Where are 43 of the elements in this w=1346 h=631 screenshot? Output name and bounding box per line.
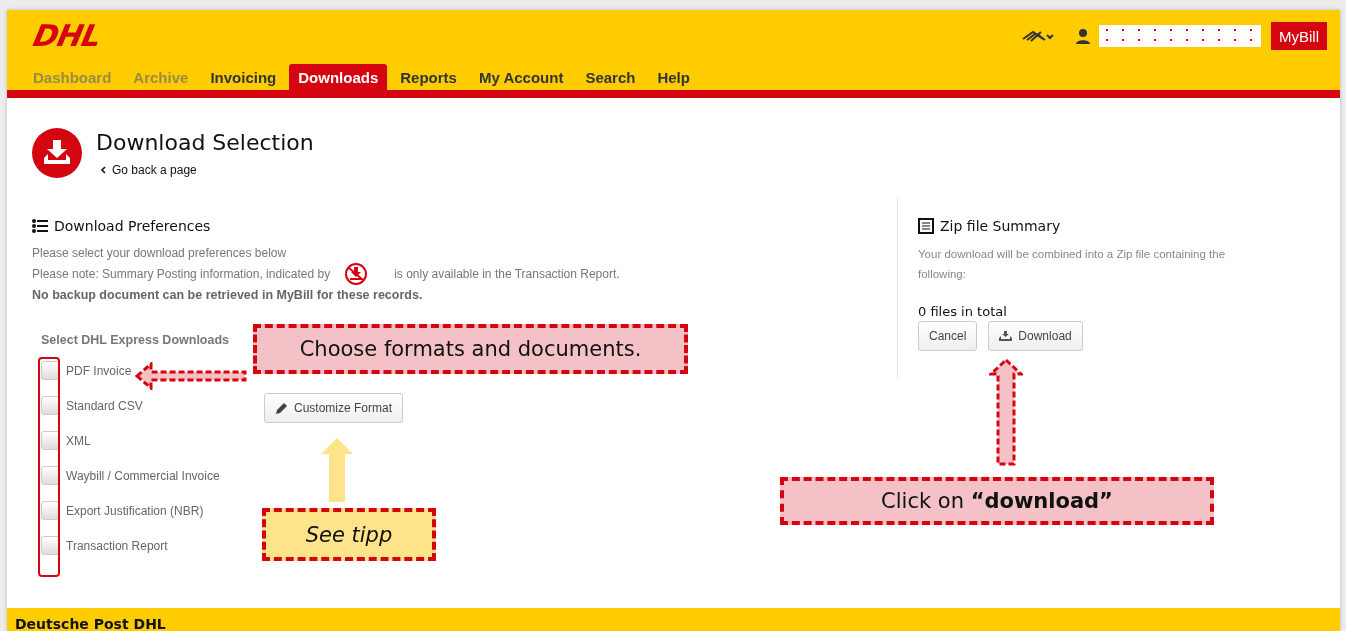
option-label: Export Justification (NBR) <box>66 503 204 518</box>
pencil-icon <box>275 401 288 415</box>
callout: Click on “download” <box>780 477 1214 525</box>
callout: See tipp <box>262 508 436 561</box>
up-arrow <box>321 438 353 502</box>
customize-format-button[interactable]: Customize Format <box>264 393 404 423</box>
section-heading: Download Preferences <box>54 218 211 234</box>
intro-text: Please select your download preferences below <box>32 245 287 262</box>
download-badge-icon <box>344 263 369 285</box>
note-text: is only available in the Transaction Report. <box>394 265 620 283</box>
note-text: Please note: Summary Posting information, indicated by <box>32 265 331 283</box>
option-label: Waybill / Commercial Invoice <box>66 468 220 483</box>
list-icon <box>32 219 48 233</box>
download-button[interactable]: Download <box>988 321 1083 351</box>
file-count: 0 files in total <box>918 304 1008 319</box>
section-heading: Zip file Summary <box>940 218 1061 234</box>
dhl-logo[interactable]: DHL <box>30 21 104 51</box>
cancel-button[interactable]: Cancel <box>918 321 978 351</box>
nav-tab[interactable]: Reports <box>391 64 466 90</box>
nav-tab[interactable]: My Account <box>469 64 573 90</box>
option-label: XML <box>66 433 91 448</box>
download-tray-icon <box>32 128 82 178</box>
footer-text: Deutsche Post DHL <box>7 608 1340 631</box>
option-label: Transaction Report <box>66 538 168 553</box>
globe-lines-icon <box>1021 29 1057 43</box>
download-icon <box>999 331 1013 341</box>
chevron-left-icon <box>100 166 106 174</box>
back-link[interactable]: Go back a page <box>100 163 197 177</box>
option-label: PDF Invoice <box>66 363 132 378</box>
nav-tab[interactable]: Search <box>576 64 645 90</box>
user-name-field[interactable] <box>1099 25 1261 47</box>
user-icon <box>1075 28 1091 44</box>
mybill-button[interactable]: MyBill <box>1271 22 1327 50</box>
page-title: Download Selection <box>96 130 314 155</box>
nav-tab[interactable]: Invoicing <box>201 64 286 90</box>
callout: Choose formats and documents. <box>253 324 688 374</box>
summary-text: Your download will be combined into a Zip file containing the following: <box>918 247 1227 282</box>
nav-tab[interactable]: Help <box>648 64 699 90</box>
document-icon <box>918 218 934 234</box>
option-label: Standard CSV <box>66 398 143 413</box>
nav-tab[interactable]: Downloads <box>289 64 388 90</box>
group-label: Select DHL Express Downloads <box>41 333 231 347</box>
warning-text: No backup document can be retrieved in MyBill for these records. <box>32 287 424 304</box>
